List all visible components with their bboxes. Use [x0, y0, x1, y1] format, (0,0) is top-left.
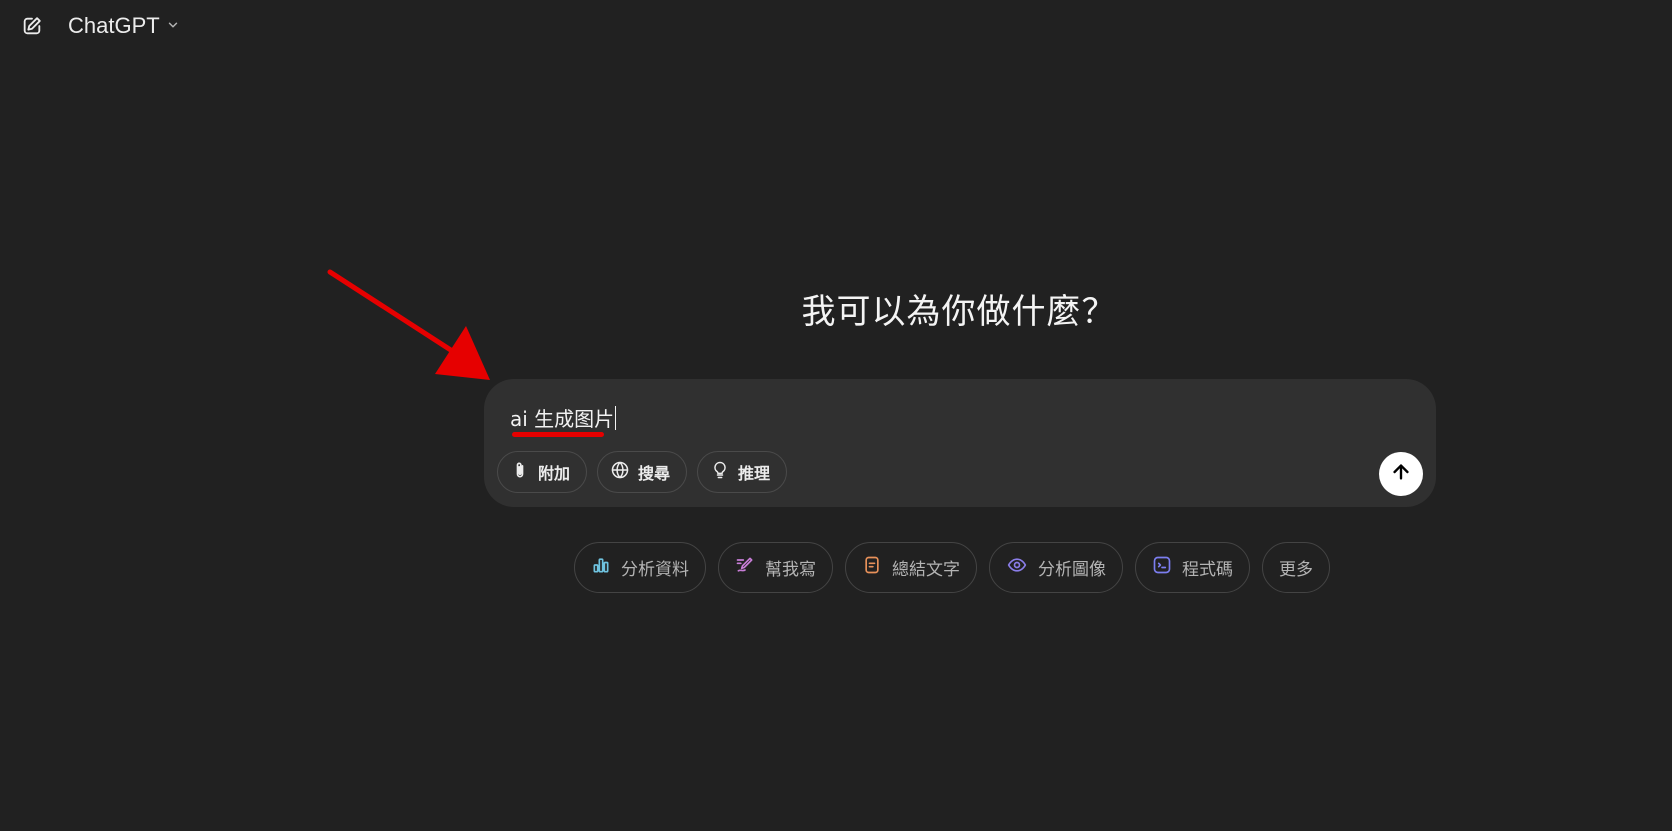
globe-icon [610, 460, 630, 484]
suggestion-analyze-image[interactable]: 分析圖像 [989, 542, 1123, 593]
composer: ai 生成图片 附加 搜尋 推理 [484, 379, 1436, 507]
search-label: 搜尋 [638, 464, 671, 483]
suggestion-summarize-text[interactable]: 總結文字 [845, 542, 977, 593]
suggestion-help-me-write[interactable]: 幫我寫 [718, 542, 833, 593]
suggestion-label: 分析圖像 [1038, 560, 1106, 580]
eye-icon [1006, 555, 1028, 580]
lightbulb-icon [710, 460, 730, 484]
chevron-down-icon [166, 17, 180, 36]
send-button[interactable] [1379, 452, 1423, 496]
attach-label: 附加 [538, 464, 571, 483]
composer-tools: 附加 搜尋 推理 [497, 451, 788, 493]
model-picker[interactable]: ChatGPT [68, 13, 180, 39]
reason-label: 推理 [738, 464, 771, 483]
text-caret [615, 405, 617, 430]
attach-button[interactable]: 附加 [497, 451, 588, 493]
prompt-input-text: ai 生成图片 [510, 407, 615, 431]
page-title: 我可以為你做什麼？ [801, 292, 1117, 332]
suggestion-row: 分析資料 幫我寫 總結文字 分析圖像 程式碼 更多 [574, 542, 1330, 593]
suggestion-more[interactable]: 更多 [1262, 542, 1330, 593]
prompt-input[interactable]: ai 生成图片 [510, 403, 617, 432]
edit-icon[interactable] [18, 12, 46, 40]
search-button[interactable]: 搜尋 [597, 451, 688, 493]
suggestion-analyze-data[interactable]: 分析資料 [574, 542, 706, 593]
bar-chart-icon [591, 555, 611, 580]
top-bar: ChatGPT [18, 12, 180, 40]
suggestion-label: 分析資料 [621, 560, 689, 580]
model-name: ChatGPT [68, 13, 160, 38]
suggestion-code[interactable]: 程式碼 [1135, 542, 1250, 593]
suggestion-label: 程式碼 [1182, 560, 1233, 580]
annotation-underline [512, 432, 604, 437]
chat-page: ChatGPT 我可以為你做什麼？ ai 生成图片 附加 搜尋 推理 分析資料 … [0, 0, 1672, 831]
annotation-arrow [327, 269, 490, 380]
terminal-icon [1152, 555, 1172, 580]
pen-icon [735, 555, 755, 580]
document-icon [862, 555, 882, 580]
reason-button[interactable]: 推理 [697, 451, 788, 493]
suggestion-label: 更多 [1279, 560, 1313, 580]
arrow-up-icon [1390, 461, 1412, 487]
suggestion-label: 總結文字 [892, 560, 960, 580]
paperclip-icon [510, 460, 530, 484]
suggestion-label: 幫我寫 [765, 560, 816, 580]
